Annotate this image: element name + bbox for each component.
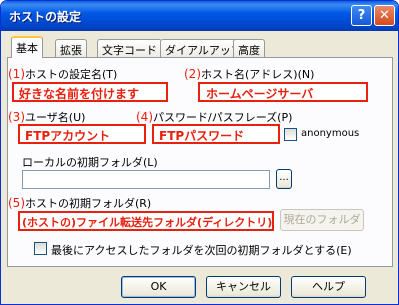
tab-charset[interactable]: 文字コード bbox=[97, 39, 162, 57]
tab-panel-basic: (1)ホストの設定名(T) 好きな名前を付けます (2)ホスト名(アドレス)(N… bbox=[7, 57, 393, 267]
anonymous-label: anonymous bbox=[301, 128, 360, 139]
user-name-input[interactable]: FTPアカウント bbox=[18, 124, 146, 144]
title-bar[interactable]: ホストの設定 ? ✕ bbox=[1, 1, 398, 31]
local-folder-label: ローカルの初期フォルダ(L) bbox=[22, 156, 158, 169]
current-folder-button[interactable]: 現在のフォルダ bbox=[280, 209, 364, 231]
host-folder-input[interactable]: (ホストの)ファイル転送先フォルダ(ディレクトリ) bbox=[18, 211, 274, 231]
host-settings-dialog: ホストの設定 ? ✕ 基本 拡張 文字コード ダイアルアップ 高度 (1)ホスト… bbox=[0, 0, 399, 305]
user-name-label: (3)ユーザ名(U) bbox=[8, 110, 86, 124]
tab-basic[interactable]: 基本 bbox=[11, 36, 43, 58]
password-label: (4)パスワード/パスフレーズ(P) bbox=[136, 110, 293, 124]
window-title: ホストの設定 bbox=[9, 10, 82, 24]
cancel-button[interactable]: キャンセル bbox=[206, 276, 281, 298]
last-folder-checkbox[interactable] bbox=[34, 242, 47, 255]
last-folder-label: 最後にアクセスしたフォルダを次回の初期フォルダとする(E) bbox=[51, 244, 352, 257]
tab-extended[interactable]: 拡張 bbox=[55, 39, 87, 57]
setting-name-input[interactable]: 好きな名前を付けます bbox=[12, 82, 168, 102]
anonymous-checkbox[interactable] bbox=[284, 128, 297, 141]
tab-advanced[interactable]: 高度 bbox=[233, 39, 265, 57]
host-folder-label: (5)ホストの初期フォルダ(R) bbox=[8, 196, 152, 210]
host-name-input[interactable]: ホームページサーバ bbox=[198, 82, 368, 102]
host-name-label: (2)ホスト名(アドレス)(N) bbox=[184, 67, 315, 81]
local-folder-input[interactable] bbox=[22, 170, 270, 189]
ok-button[interactable]: OK bbox=[121, 276, 196, 298]
browse-local-folder-button[interactable]: ... bbox=[276, 169, 292, 189]
help-button[interactable]: ヘルプ bbox=[291, 276, 366, 298]
close-icon[interactable]: ✕ bbox=[374, 5, 395, 26]
password-input[interactable]: FTPパスワード bbox=[152, 124, 280, 144]
setting-name-label: (1)ホストの設定名(T) bbox=[8, 67, 118, 81]
help-icon[interactable]: ? bbox=[351, 5, 372, 26]
